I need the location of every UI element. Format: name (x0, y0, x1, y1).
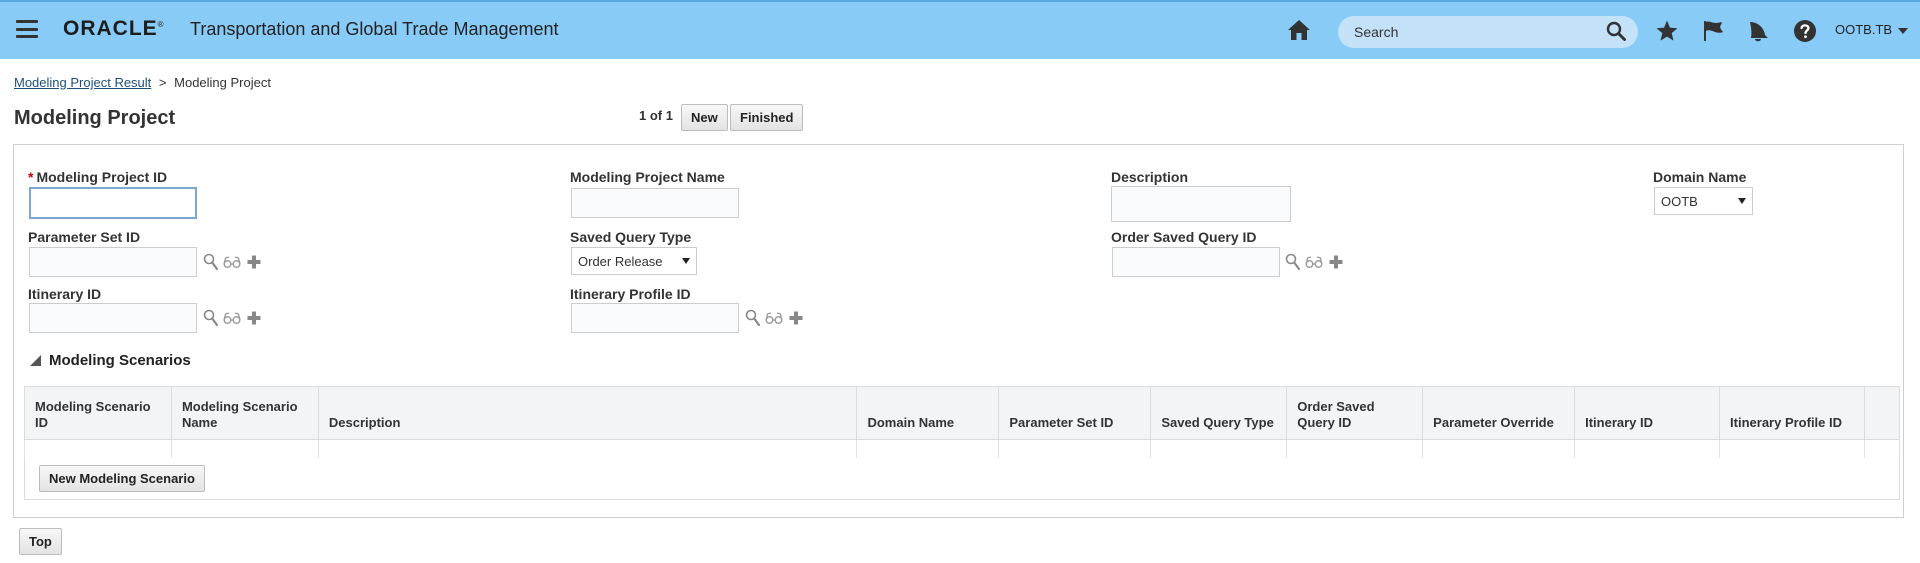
page-title: Modeling Project (14, 107, 176, 129)
column-header[interactable]: Domain Name (856, 386, 1000, 440)
view-glasses-icon[interactable] (223, 309, 241, 327)
table-cell (1719, 439, 1865, 459)
record-pager: 1 of 1 (639, 108, 673, 123)
search-lookup-icon[interactable] (203, 253, 219, 271)
view-glasses-icon[interactable] (1305, 253, 1323, 271)
itinerary-profile-id-input[interactable] (571, 303, 739, 333)
view-glasses-icon[interactable] (765, 309, 783, 327)
saved-query-type-value: Order Release (578, 254, 663, 269)
view-glasses-icon[interactable] (223, 253, 241, 271)
modeling-project-name-input[interactable] (571, 188, 739, 218)
home-icon[interactable] (1287, 19, 1311, 41)
header-bar: ORACLE® Transportation and Global Trade … (0, 0, 1920, 59)
table-cell (1863, 439, 1901, 459)
parameter-set-id-label: Parameter Set ID (28, 229, 141, 245)
breadcrumb-separator: > (158, 75, 167, 90)
breadcrumb-link-modeling-project-result[interactable]: Modeling Project Result (14, 75, 151, 90)
order-saved-query-id-input[interactable] (1112, 247, 1280, 277)
app-title: Transportation and Global Trade Manageme… (190, 19, 559, 39)
chevron-down-icon (1898, 27, 1909, 34)
table-row (24, 439, 1901, 459)
domain-name-value: OOTB (1661, 194, 1698, 209)
column-header[interactable]: Modeling Scenario ID (24, 386, 172, 440)
table-cell (1422, 439, 1576, 459)
itinerary-id-input[interactable] (29, 303, 197, 333)
modeling-scenarios-header: Modeling Scenarios (30, 352, 191, 369)
search-input[interactable] (1352, 22, 1592, 42)
table-cell (1286, 439, 1424, 459)
search-lookup-icon[interactable] (203, 309, 219, 327)
breadcrumb: Modeling Project Result > Modeling Proje… (14, 75, 271, 90)
table-cell (24, 439, 172, 459)
add-plus-icon[interactable] (1328, 253, 1344, 271)
section-title: Modeling Scenarios (49, 352, 191, 369)
modeling-project-id-input[interactable] (29, 187, 197, 219)
saved-query-type-select[interactable]: Order Release (571, 247, 697, 275)
column-header (1863, 386, 1901, 440)
domain-name-label: Domain Name (1653, 169, 1747, 185)
table-footer: New Modeling Scenario (24, 458, 1900, 500)
parameter-set-id-actions (203, 253, 262, 273)
table-cell (998, 439, 1152, 459)
column-header[interactable]: Order Saved Query ID (1286, 386, 1424, 440)
column-header[interactable]: Itinerary ID (1574, 386, 1721, 440)
column-header[interactable]: Saved Query Type (1150, 386, 1288, 440)
user-name: OOTB.TB (1835, 22, 1893, 37)
domain-name-select[interactable]: OOTB (1654, 187, 1753, 215)
table-header-row: Modeling Scenario ID Modeling Scenario N… (24, 386, 1901, 440)
parameter-set-id-input[interactable] (29, 247, 197, 277)
help-icon[interactable] (1793, 19, 1817, 43)
saved-query-type-label: Saved Query Type (570, 229, 692, 245)
description-textarea[interactable] (1111, 186, 1291, 222)
table-cell (1574, 439, 1721, 459)
table-cell (317, 439, 858, 459)
new-button[interactable]: New (681, 104, 728, 131)
flag-icon[interactable] (1701, 19, 1725, 43)
dropdown-arrow-icon (1738, 198, 1746, 204)
table-cell (170, 439, 319, 459)
table-cell (1150, 439, 1288, 459)
order-saved-query-id-label: Order Saved Query ID (1111, 229, 1257, 245)
table-cell (856, 439, 1000, 459)
collapse-triangle-icon[interactable] (30, 355, 41, 366)
description-label: Description (1111, 169, 1189, 185)
add-plus-icon[interactable] (246, 309, 262, 327)
add-plus-icon[interactable] (246, 253, 262, 271)
itinerary-profile-id-actions (745, 309, 804, 329)
breadcrumb-current: Modeling Project (174, 75, 271, 90)
user-menu[interactable]: OOTB.TB (1835, 22, 1909, 37)
hamburger-menu-icon[interactable] (16, 20, 38, 38)
column-header[interactable]: Itinerary Profile ID (1719, 386, 1865, 440)
itinerary-profile-id-label: Itinerary Profile ID (570, 286, 691, 302)
modeling-project-id-label: * Modeling Project ID (28, 169, 168, 185)
column-header[interactable]: Parameter Set ID (998, 386, 1152, 440)
oracle-logo: ORACLE® (63, 17, 164, 40)
itinerary-id-actions (203, 309, 262, 329)
itinerary-id-label: Itinerary ID (28, 286, 102, 302)
new-modeling-scenario-button[interactable]: New Modeling Scenario (39, 465, 205, 492)
search-lookup-icon[interactable] (745, 309, 761, 327)
order-saved-query-id-actions (1285, 253, 1344, 273)
finished-button[interactable]: Finished (730, 104, 804, 131)
dropdown-arrow-icon (682, 258, 690, 264)
modeling-scenarios-table: Modeling Scenario ID Modeling Scenario N… (24, 386, 1901, 459)
search-icon[interactable] (1606, 21, 1626, 41)
column-header[interactable]: Modeling Scenario Name (170, 386, 319, 440)
star-icon[interactable] (1655, 19, 1679, 43)
add-plus-icon[interactable] (788, 309, 804, 327)
bell-icon[interactable] (1746, 19, 1770, 43)
column-header[interactable]: Parameter Override (1422, 386, 1576, 440)
column-header[interactable]: Description (317, 386, 858, 440)
search-box (1338, 16, 1638, 48)
top-button[interactable]: Top (19, 528, 62, 555)
search-lookup-icon[interactable] (1285, 253, 1301, 271)
modeling-project-name-label: Modeling Project Name (570, 169, 725, 185)
